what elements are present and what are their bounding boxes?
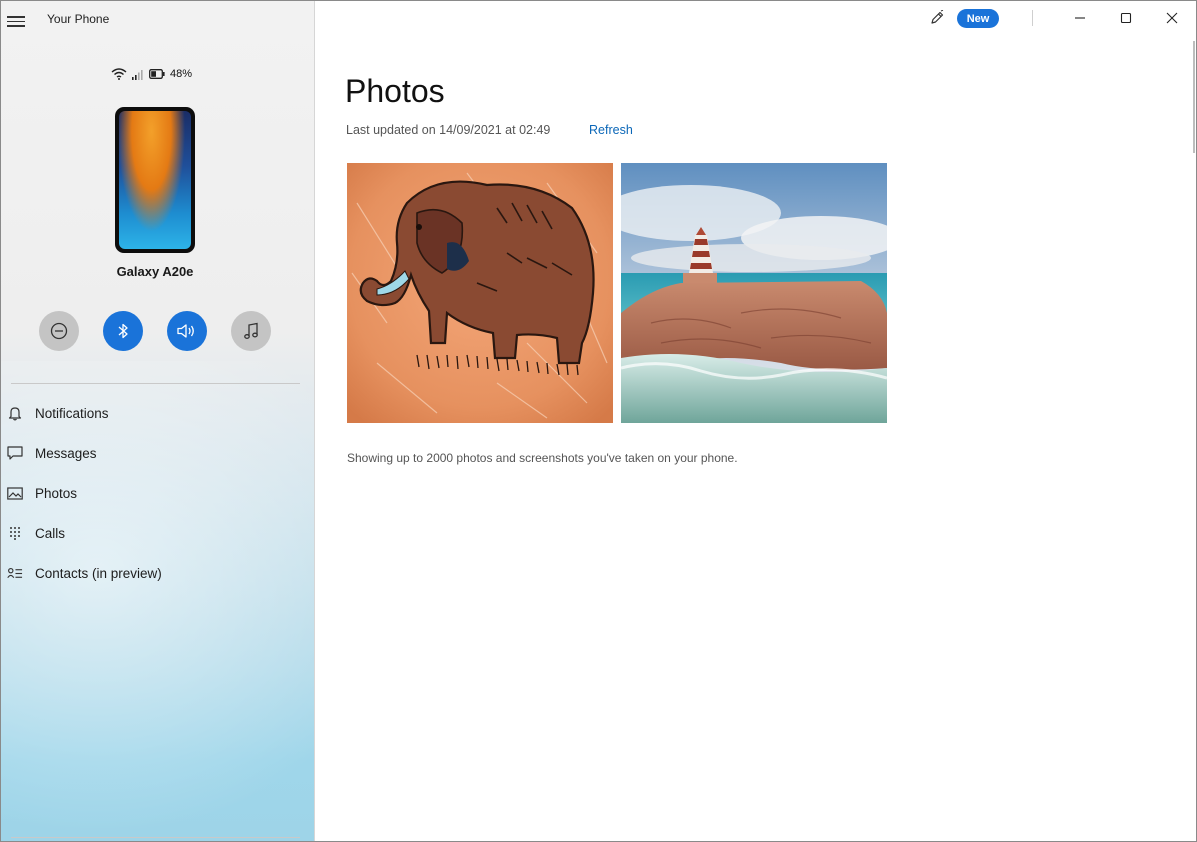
phone-status: 48%	[111, 67, 192, 81]
titlebar-separator	[1032, 10, 1033, 26]
sidebar-item-label: Contacts (in preview)	[35, 565, 162, 581]
bell-icon	[7, 405, 23, 421]
page-title: Photos	[345, 73, 445, 109]
minimize-button[interactable]	[1065, 7, 1095, 29]
new-badge-button[interactable]: New	[957, 9, 999, 28]
last-updated-text: Last updated on 14/09/2021 at 02:49	[346, 123, 551, 137]
message-icon	[7, 445, 23, 461]
sidebar-item-photos[interactable]: Photos	[7, 479, 297, 507]
do-not-disturb-icon	[50, 322, 68, 340]
photos-footnote: Showing up to 2000 photos and screenshot…	[347, 451, 738, 465]
sidebar-item-label: Photos	[35, 485, 78, 501]
photo-thumbnail-lighthouse[interactable]	[621, 163, 887, 423]
minimize-icon	[1075, 17, 1085, 19]
bluetooth-icon	[118, 323, 128, 339]
volume-icon	[177, 324, 194, 338]
bluetooth-button[interactable]	[103, 311, 143, 351]
battery-percent: 48%	[170, 68, 193, 80]
sidebar-divider	[11, 383, 300, 384]
sidebar-item-label: Calls	[35, 525, 66, 541]
phone-wallpaper	[119, 111, 191, 249]
pen-icon[interactable]	[929, 9, 945, 26]
volume-button[interactable]	[167, 311, 207, 351]
close-button[interactable]	[1157, 7, 1187, 29]
sidebar-item-contacts[interactable]: Contacts (in preview)	[7, 559, 297, 587]
dialpad-icon	[7, 525, 23, 541]
sidebar-item-messages[interactable]: Messages	[7, 439, 297, 467]
sidebar-item-label: Messages	[35, 445, 97, 461]
wifi-icon	[111, 68, 127, 80]
sidebar-bottom-divider	[11, 837, 300, 838]
refresh-link[interactable]: Refresh	[589, 123, 633, 137]
maximize-icon	[1120, 12, 1132, 24]
sidebar-item-label: Notifications	[35, 405, 109, 421]
close-icon	[1166, 12, 1178, 24]
maximize-button[interactable]	[1111, 7, 1141, 29]
hamburger-menu-icon[interactable]	[7, 13, 25, 29]
contacts-icon	[7, 565, 23, 581]
device-name: Galaxy A20e	[116, 264, 194, 279]
app-title: Your Phone	[47, 12, 110, 26]
sidebar: Your Phone 48% Galaxy A20e Notifications…	[1, 1, 315, 841]
music-note-icon	[244, 322, 258, 339]
sidebar-item-notifications[interactable]: Notifications	[7, 399, 297, 427]
scrollbar[interactable]	[1193, 41, 1195, 153]
signal-icon	[132, 69, 143, 80]
sidebar-item-calls[interactable]: Calls	[7, 519, 297, 547]
do-not-disturb-button[interactable]	[39, 311, 79, 351]
music-button[interactable]	[231, 311, 271, 351]
photos-icon	[7, 485, 23, 501]
phone-image	[115, 107, 195, 253]
sidebar-sheen	[1, 361, 314, 841]
photo-thumbnail-elephant[interactable]	[347, 163, 613, 423]
battery-icon	[149, 69, 165, 79]
app-window: Your Phone 48% Galaxy A20e Notifications…	[0, 0, 1197, 842]
